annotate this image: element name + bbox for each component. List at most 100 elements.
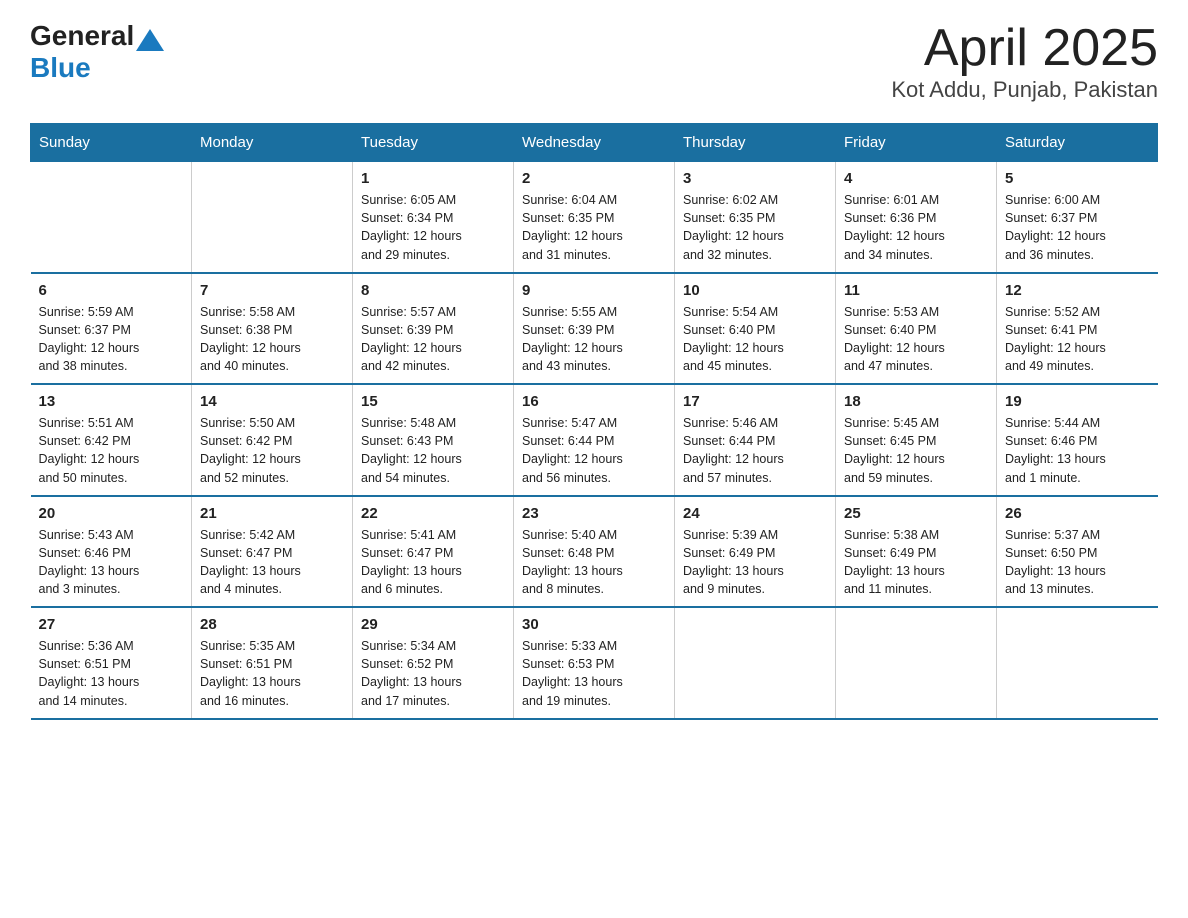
page-title: April 2025 (891, 20, 1158, 77)
table-row (192, 162, 353, 273)
day-number: 14 (200, 393, 344, 410)
day-info: Sunrise: 6:02 AM Sunset: 6:35 PM Dayligh… (683, 191, 827, 264)
day-number: 25 (844, 505, 988, 522)
day-info: Sunrise: 5:54 AM Sunset: 6:40 PM Dayligh… (683, 303, 827, 376)
calendar-week-row: 27 Sunrise: 5:36 AM Sunset: 6:51 PM Dayli… (31, 607, 1158, 719)
page-subtitle: Kot Addu, Punjab, Pakistan (891, 77, 1158, 103)
day-info: Sunrise: 6:01 AM Sunset: 6:36 PM Dayligh… (844, 191, 988, 264)
logo-blue-text: Blue (30, 52, 91, 83)
day-info: Sunrise: 5:44 AM Sunset: 6:46 PM Dayligh… (1005, 414, 1150, 487)
header-tuesday: Tuesday (353, 124, 514, 162)
day-number: 28 (200, 616, 344, 633)
day-info: Sunrise: 5:57 AM Sunset: 6:39 PM Dayligh… (361, 303, 505, 376)
table-row: 24Sunrise: 5:39 AM Sunset: 6:49 PM Dayli… (675, 496, 836, 608)
logo-general-text: General (30, 20, 134, 52)
day-number: 2 (522, 170, 666, 187)
day-info: Sunrise: 5:41 AM Sunset: 6:47 PM Dayligh… (361, 526, 505, 599)
table-row (997, 607, 1158, 719)
table-row: 5 Sunrise: 6:00 AM Sunset: 6:37 PM Daylig… (997, 162, 1158, 273)
table-row: 4Sunrise: 6:01 AM Sunset: 6:36 PM Daylig… (836, 162, 997, 273)
day-number: 24 (683, 505, 827, 522)
day-number: 13 (39, 393, 184, 410)
table-row: 9 Sunrise: 5:55 AM Sunset: 6:39 PM Daylig… (514, 273, 675, 385)
table-row: 12Sunrise: 5:52 AM Sunset: 6:41 PM Dayli… (997, 273, 1158, 385)
day-number: 23 (522, 505, 666, 522)
day-number: 6 (39, 282, 184, 299)
day-number: 22 (361, 505, 505, 522)
table-row: 6 Sunrise: 5:59 AM Sunset: 6:37 PM Daylig… (31, 273, 192, 385)
day-info: Sunrise: 5:58 AM Sunset: 6:38 PM Dayligh… (200, 303, 344, 376)
header-thursday: Thursday (675, 124, 836, 162)
header-sunday: Sunday (31, 124, 192, 162)
calendar-week-row: 13 Sunrise: 5:51 AM Sunset: 6:42 PM Dayli… (31, 384, 1158, 496)
day-number: 1 (361, 170, 505, 187)
table-row: 29 Sunrise: 5:34 AM Sunset: 6:52 PM Dayli… (353, 607, 514, 719)
table-row: 8 Sunrise: 5:57 AM Sunset: 6:39 PM Daylig… (353, 273, 514, 385)
table-row: 11Sunrise: 5:53 AM Sunset: 6:40 PM Dayli… (836, 273, 997, 385)
day-info: Sunrise: 5:36 AM Sunset: 6:51 PM Dayligh… (39, 637, 184, 710)
day-number: 8 (361, 282, 505, 299)
table-row: 14 Sunrise: 5:50 AM Sunset: 6:42 PM Dayli… (192, 384, 353, 496)
day-number: 19 (1005, 393, 1150, 410)
day-info: Sunrise: 5:34 AM Sunset: 6:52 PM Dayligh… (361, 637, 505, 710)
day-info: Sunrise: 5:40 AM Sunset: 6:48 PM Dayligh… (522, 526, 666, 599)
header-wednesday: Wednesday (514, 124, 675, 162)
day-number: 30 (522, 616, 666, 633)
day-info: Sunrise: 5:59 AM Sunset: 6:37 PM Dayligh… (39, 303, 184, 376)
table-row: 30 Sunrise: 5:33 AM Sunset: 6:53 PM Dayli… (514, 607, 675, 719)
day-info: Sunrise: 5:50 AM Sunset: 6:42 PM Dayligh… (200, 414, 344, 487)
calendar-header-row: Sunday Monday Tuesday Wednesday Thursday… (31, 124, 1158, 162)
day-number: 10 (683, 282, 827, 299)
table-row: 2Sunrise: 6:04 AM Sunset: 6:35 PM Daylig… (514, 162, 675, 273)
table-row: 25 Sunrise: 5:38 AM Sunset: 6:49 PM Dayli… (836, 496, 997, 608)
table-row: 23 Sunrise: 5:40 AM Sunset: 6:48 PM Dayli… (514, 496, 675, 608)
table-row: 26 Sunrise: 5:37 AM Sunset: 6:50 PM Dayli… (997, 496, 1158, 608)
day-info: Sunrise: 5:45 AM Sunset: 6:45 PM Dayligh… (844, 414, 988, 487)
table-row: 19 Sunrise: 5:44 AM Sunset: 6:46 PM Dayli… (997, 384, 1158, 496)
table-row: 27 Sunrise: 5:36 AM Sunset: 6:51 PM Dayli… (31, 607, 192, 719)
day-info: Sunrise: 5:33 AM Sunset: 6:53 PM Dayligh… (522, 637, 666, 710)
day-number: 29 (361, 616, 505, 633)
table-row: 16 Sunrise: 5:47 AM Sunset: 6:44 PM Dayli… (514, 384, 675, 496)
day-number: 9 (522, 282, 666, 299)
day-info: Sunrise: 5:47 AM Sunset: 6:44 PM Dayligh… (522, 414, 666, 487)
day-number: 7 (200, 282, 344, 299)
day-number: 20 (39, 505, 184, 522)
table-row (836, 607, 997, 719)
day-number: 17 (683, 393, 827, 410)
header-friday: Friday (836, 124, 997, 162)
day-info: Sunrise: 5:55 AM Sunset: 6:39 PM Dayligh… (522, 303, 666, 376)
day-number: 12 (1005, 282, 1150, 299)
calendar-week-row: 6 Sunrise: 5:59 AM Sunset: 6:37 PM Daylig… (31, 273, 1158, 385)
table-row: 3Sunrise: 6:02 AM Sunset: 6:35 PM Daylig… (675, 162, 836, 273)
day-number: 26 (1005, 505, 1150, 522)
header-saturday: Saturday (997, 124, 1158, 162)
table-row: 13 Sunrise: 5:51 AM Sunset: 6:42 PM Dayli… (31, 384, 192, 496)
day-number: 16 (522, 393, 666, 410)
day-info: Sunrise: 5:35 AM Sunset: 6:51 PM Dayligh… (200, 637, 344, 710)
day-number: 11 (844, 282, 988, 299)
day-info: Sunrise: 5:48 AM Sunset: 6:43 PM Dayligh… (361, 414, 505, 487)
day-number: 15 (361, 393, 505, 410)
logo-triangle-icon (136, 29, 164, 51)
day-info: Sunrise: 5:42 AM Sunset: 6:47 PM Dayligh… (200, 526, 344, 599)
calendar-week-row: 20 Sunrise: 5:43 AM Sunset: 6:46 PM Dayli… (31, 496, 1158, 608)
table-row (675, 607, 836, 719)
day-info: Sunrise: 6:00 AM Sunset: 6:37 PM Dayligh… (1005, 191, 1150, 264)
day-number: 21 (200, 505, 344, 522)
page-header: General Blue April 2025 Kot Addu, Punjab… (30, 20, 1158, 103)
table-row: 15 Sunrise: 5:48 AM Sunset: 6:43 PM Dayli… (353, 384, 514, 496)
day-info: Sunrise: 5:43 AM Sunset: 6:46 PM Dayligh… (39, 526, 184, 599)
table-row: 17 Sunrise: 5:46 AM Sunset: 6:44 PM Dayli… (675, 384, 836, 496)
day-number: 27 (39, 616, 184, 633)
day-info: Sunrise: 6:05 AM Sunset: 6:34 PM Dayligh… (361, 191, 505, 264)
calendar-week-row: 1 Sunrise: 6:05 AM Sunset: 6:34 PM Daylig… (31, 162, 1158, 273)
table-row: 21 Sunrise: 5:42 AM Sunset: 6:47 PM Dayli… (192, 496, 353, 608)
table-row: 20 Sunrise: 5:43 AM Sunset: 6:46 PM Dayli… (31, 496, 192, 608)
day-info: Sunrise: 5:37 AM Sunset: 6:50 PM Dayligh… (1005, 526, 1150, 599)
day-info: Sunrise: 5:38 AM Sunset: 6:49 PM Dayligh… (844, 526, 988, 599)
calendar-table: Sunday Monday Tuesday Wednesday Thursday… (30, 123, 1158, 720)
day-info: Sunrise: 5:46 AM Sunset: 6:44 PM Dayligh… (683, 414, 827, 487)
day-number: 5 (1005, 170, 1150, 187)
day-info: Sunrise: 5:51 AM Sunset: 6:42 PM Dayligh… (39, 414, 184, 487)
